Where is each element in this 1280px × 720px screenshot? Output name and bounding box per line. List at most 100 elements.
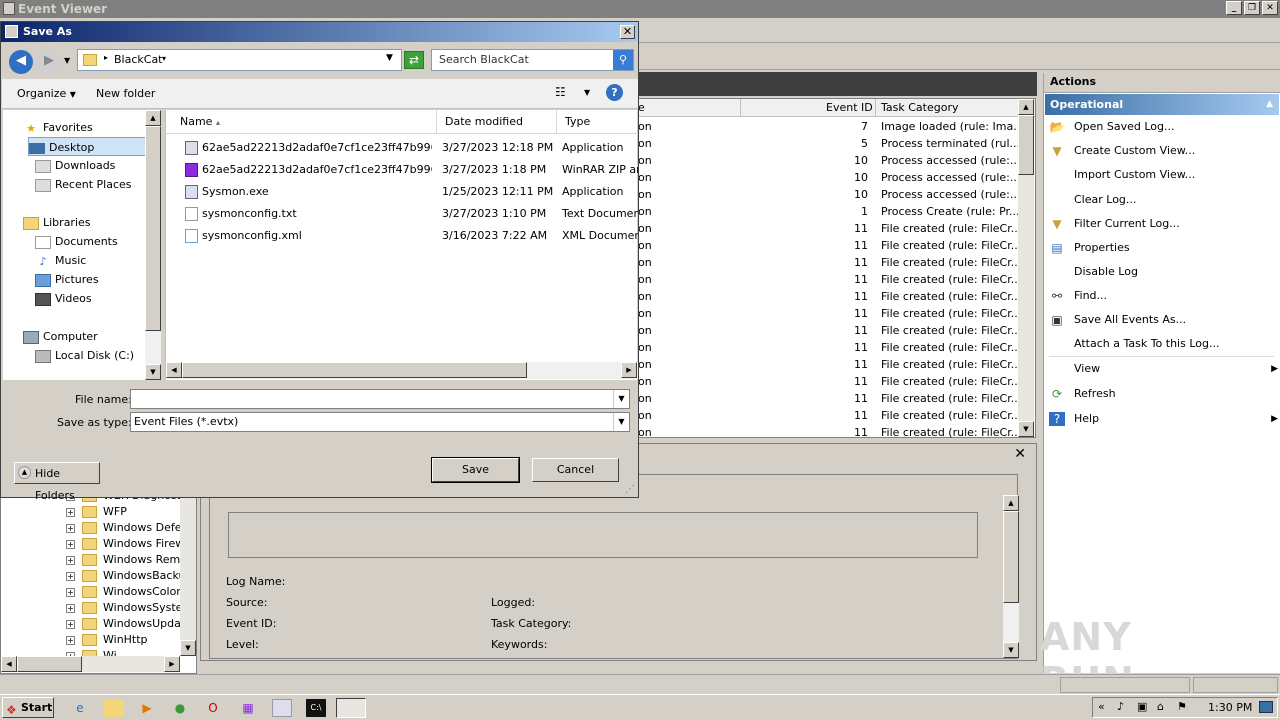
file-scroll-right-icon[interactable]: ▶ <box>621 362 637 378</box>
event-row[interactable]: on 11 File created (rule: FileCr... <box>638 288 1018 305</box>
event-row[interactable]: on 5 Process terminated (rul... <box>638 135 1018 152</box>
expand-icon[interactable]: + <box>66 555 75 565</box>
detail-scroll-down-icon[interactable]: ▼ <box>1003 642 1019 658</box>
breadcrumb[interactable]: BlackCat <box>114 53 163 66</box>
event-row[interactable]: on 10 Process accessed (rule:... <box>638 169 1018 186</box>
tree-item[interactable]: + WindowsSystem <box>66 600 193 616</box>
col-date-modified[interactable]: Date modified <box>437 110 557 134</box>
event-row[interactable]: on 11 File created (rule: FileCr... <box>638 220 1018 237</box>
tree-item[interactable]: + Windows Firewa <box>66 536 191 552</box>
file-hscroll-thumb[interactable] <box>182 362 527 378</box>
action-save-all-events-as[interactable]: ▣ Save All Events As... <box>1049 310 1274 330</box>
new-folder-button[interactable]: New folder <box>96 87 155 100</box>
file-list[interactable]: Name ▴ Date modified Type 62ae5ad22213d2… <box>165 110 638 380</box>
file-scroll-left-icon[interactable]: ◀ <box>166 362 182 378</box>
event-list-scrollbar[interactable]: ▲ ▼ <box>1018 99 1034 437</box>
expand-icon[interactable]: + <box>66 635 75 645</box>
event-row[interactable]: on 7 Image loaded (rule: Ima... <box>638 118 1018 135</box>
col-task-category[interactable]: Task Category <box>881 101 958 114</box>
cmd-icon[interactable]: C:\ <box>306 699 326 717</box>
event-row[interactable]: on 11 File created (rule: FileCr... <box>638 305 1018 322</box>
event-row[interactable]: on 11 File created (rule: FileCr... <box>638 237 1018 254</box>
event-row[interactable]: on 11 File created (rule: FileCr... <box>638 254 1018 271</box>
nav-music[interactable]: ♪ Music <box>35 251 86 270</box>
cancel-button[interactable]: Cancel <box>532 458 619 482</box>
notepad-icon[interactable] <box>272 699 292 717</box>
tree-item[interactable]: + WFP <box>66 504 127 520</box>
restore-button[interactable]: ❐ <box>1244 1 1260 15</box>
col-source[interactable]: e <box>638 101 645 114</box>
event-list[interactable]: e Event ID Task Category on 7 Image loaded… <box>637 98 1036 441</box>
file-row[interactable]: sysmonconfig.xml 3/16/2023 7:22 AM XML Doc… <box>166 225 638 247</box>
event-viewer-task-icon[interactable] <box>336 698 366 718</box>
dialog-close-button[interactable]: ✕ <box>620 25 635 39</box>
file-name-input[interactable]: ▼ <box>130 389 630 409</box>
save-type-select[interactable]: Event Files (*.evtx) ▼ <box>130 412 630 432</box>
opera-icon[interactable]: O <box>203 699 223 717</box>
col-name[interactable]: Name ▴ <box>172 110 437 134</box>
tree-item[interactable]: + WindowsColorSy <box>66 584 194 600</box>
address-bar[interactable]: ▸ BlackCat ▾ ▼ <box>77 49 402 71</box>
file-row[interactable]: 62ae5ad22213d2adaf0e7cf1ce23ff47b996f6..… <box>166 159 638 181</box>
show-desktop-icon[interactable] <box>1259 701 1273 713</box>
nav-pictures[interactable]: Pictures <box>35 270 99 289</box>
breadcrumb-chevron-icon[interactable]: ▾ <box>162 54 166 63</box>
scroll-thumb[interactable] <box>1018 115 1034 175</box>
search-field[interactable]: Search BlackCat ⚲ <box>431 49 634 71</box>
nav-downloads[interactable]: Downloads <box>35 156 115 175</box>
nav-scroll-down-icon[interactable]: ▼ <box>145 364 161 380</box>
security-icon[interactable]: ⌂ <box>1157 700 1164 713</box>
nav-local-disk[interactable]: Local Disk (C:) <box>35 346 134 365</box>
view-options-icon[interactable]: ☷ <box>555 85 566 99</box>
minimize-button[interactable]: _ <box>1226 1 1242 15</box>
tree-hscrollbar[interactable]: ◀ ▶ <box>1 656 180 672</box>
detail-close-icon[interactable]: ✕ <box>1014 446 1026 462</box>
expand-icon[interactable]: + <box>66 507 75 517</box>
expand-icon[interactable]: + <box>66 603 75 613</box>
file-row[interactable]: sysmonconfig.txt 3/27/2023 1:10 PM Text Do… <box>166 203 638 225</box>
detail-scroll-thumb[interactable] <box>1003 511 1019 603</box>
tray-arrow-icon[interactable]: « <box>1098 700 1105 713</box>
col-event-id[interactable]: Event ID <box>826 101 873 114</box>
action-clear-log[interactable]: Clear Log... <box>1049 190 1274 210</box>
scroll-down-icon[interactable]: ▼ <box>1018 421 1034 437</box>
expand-icon[interactable]: + <box>66 619 75 629</box>
event-row[interactable]: on 11 File created (rule: FileCr... <box>638 390 1018 407</box>
clock[interactable]: 1:30 PM <box>1208 701 1252 714</box>
save-type-dropdown-icon[interactable]: ▼ <box>613 413 629 431</box>
tree-scroll-down-icon[interactable]: ▼ <box>180 640 196 656</box>
file-hscrollbar[interactable]: ◀ ▶ <box>166 362 638 379</box>
resize-grip-icon[interactable]: ⋰ <box>625 484 635 495</box>
scroll-up-icon[interactable]: ▲ <box>1018 99 1034 115</box>
help-icon[interactable]: ? <box>606 84 623 101</box>
expand-icon[interactable]: + <box>66 587 75 597</box>
search-icon[interactable]: ⚲ <box>613 50 633 70</box>
tree-scrollbar[interactable]: ▼ <box>180 490 196 656</box>
expand-icon[interactable]: + <box>66 571 75 581</box>
detail-scrollbar[interactable]: ▲ ▼ <box>1003 495 1019 658</box>
hide-folders-button[interactable]: ▲ Hide Folders <box>14 462 100 502</box>
event-row[interactable]: on 11 File created (rule: FileCr... <box>638 424 1018 441</box>
volume-icon[interactable]: ♪ <box>1117 700 1124 713</box>
event-row[interactable]: on 1 Process Create (rule: Pr... <box>638 203 1018 220</box>
view-dropdown-icon[interactable]: ▼ <box>584 88 590 97</box>
expand-icon[interactable]: + <box>66 523 75 533</box>
action-import-custom-view[interactable]: Import Custom View... <box>1049 165 1274 185</box>
explorer-icon[interactable] <box>104 699 124 717</box>
action-view[interactable]: View ▶ <box>1049 359 1278 379</box>
address-dropdown-icon[interactable]: ▼ <box>386 53 393 63</box>
refresh-icon[interactable]: ⇄ <box>404 51 424 69</box>
tree-scroll-right-icon[interactable]: ▶ <box>164 656 180 672</box>
tree-hscroll-thumb[interactable] <box>17 656 82 672</box>
nav-scrollbar[interactable]: ▲ ▼ <box>145 110 161 380</box>
action-properties[interactable]: ▤ Properties <box>1049 238 1274 258</box>
nav-libraries[interactable]: Libraries <box>23 213 91 232</box>
back-icon[interactable]: ◀ <box>9 50 33 74</box>
media-player-icon[interactable]: ▶ <box>137 699 157 717</box>
network-icon[interactable]: ▣ <box>1137 700 1147 713</box>
file-row[interactable]: Sysmon.exe 1/25/2023 12:11 PM Application <box>166 181 636 203</box>
close-window-button[interactable]: ✕ <box>1262 1 1278 15</box>
nav-favorites[interactable]: ★ Favorites <box>23 118 93 137</box>
tree-item[interactable]: + Windows Defend <box>66 520 195 536</box>
event-row[interactable]: on 11 File created (rule: FileCr... <box>638 322 1018 339</box>
